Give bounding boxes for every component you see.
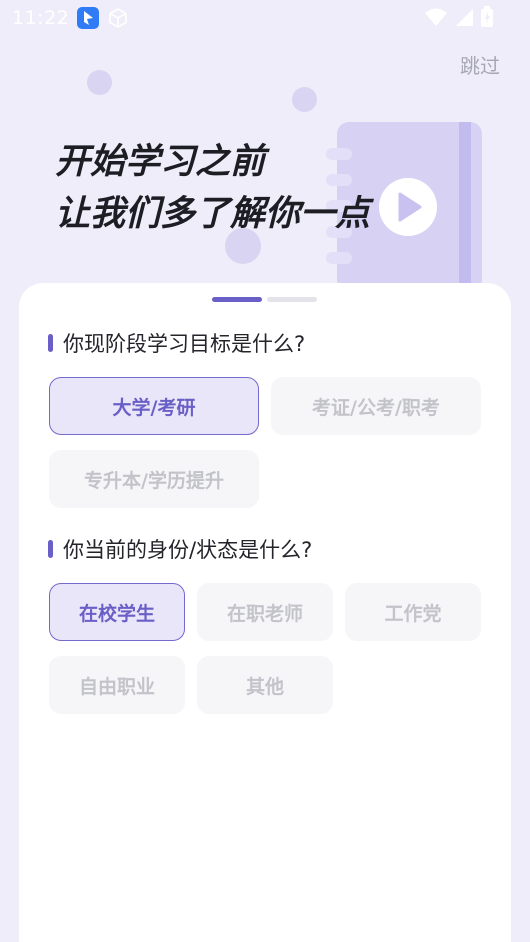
decorative-bubble (87, 70, 112, 95)
status-indicators (424, 6, 494, 28)
skip-button[interactable]: 跳过 (460, 50, 500, 79)
cube-icon (109, 8, 128, 28)
signal-icon (456, 9, 473, 26)
page-indicator-dot-active (212, 297, 262, 302)
decorative-bubble (292, 87, 317, 112)
headline-line-1: 开始学习之前 (55, 142, 266, 182)
option-student[interactable]: 在校学生 (49, 583, 185, 641)
option-freelancer[interactable]: 自由职业 (49, 656, 185, 714)
title-accent-bar (48, 334, 53, 352)
question-1-label: 你现阶段学习目标是什么? (63, 332, 306, 356)
question-card: 你现阶段学习目标是什么? 大学/考研 考证/公考/职考 专升本/学历提升 你当前… (19, 283, 511, 942)
battery-icon (481, 6, 493, 27)
option-university-postgrad[interactable]: 大学/考研 (49, 377, 259, 435)
option-certification-exams[interactable]: 考证/公考/职考 (271, 377, 481, 435)
headline: 开始学习之前 让我们多了解你一点 (55, 136, 370, 240)
status-time: 11:22 (12, 7, 70, 29)
headline-line-2: 让我们多了解你一点 (55, 194, 371, 234)
page-indicator-dot (267, 297, 317, 302)
option-teacher[interactable]: 在职老师 (197, 583, 333, 641)
option-degree-upgrade[interactable]: 专升本/学历提升 (49, 450, 259, 508)
question-1-title: 你现阶段学习目标是什么? (48, 328, 305, 358)
question-2-label: 你当前的身份/状态是什么? (63, 538, 313, 562)
option-worker[interactable]: 工作党 (345, 583, 481, 641)
question-2-title: 你当前的身份/状态是什么? (48, 534, 312, 564)
page-indicator (212, 297, 317, 302)
title-accent-bar (48, 540, 53, 558)
wifi-icon (425, 8, 447, 26)
option-other[interactable]: 其他 (197, 656, 333, 714)
app-notification-icon (77, 7, 100, 29)
status-bar: 11:22 (0, 0, 530, 36)
